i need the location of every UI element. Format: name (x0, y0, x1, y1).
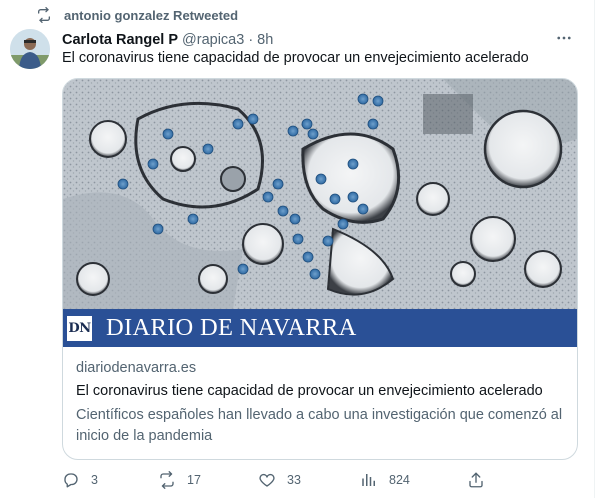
action-bar: 3 17 33 824 (62, 470, 582, 490)
card-image[interactable] (63, 79, 577, 309)
publisher-name: DIARIO DE NAVARRA (106, 314, 357, 341)
retweet-icon (36, 7, 52, 23)
like-icon (258, 471, 276, 489)
reply-button[interactable]: 3 (62, 470, 98, 490)
views-count: 824 (389, 473, 410, 487)
like-button[interactable]: 33 (258, 470, 301, 490)
card-title: El coronavirus tiene capacidad de provoc… (76, 383, 543, 399)
user-handle[interactable]: @rapica3 (182, 32, 244, 48)
link-card[interactable]: DN DIARIO DE NAVARRA diariodenavarra.es … (62, 78, 578, 460)
reply-icon (62, 471, 80, 489)
retweet-count: 17 (187, 473, 201, 487)
display-name[interactable]: Carlota Rangel P (62, 32, 178, 48)
timestamp[interactable]: 8h (257, 32, 273, 48)
more-button[interactable] (552, 28, 576, 52)
share-button[interactable] (467, 470, 485, 490)
card-domain: diariodenavarra.es (76, 360, 197, 376)
reply-count: 3 (91, 473, 98, 487)
separator-dot: · (248, 32, 254, 48)
publisher-logo: DN (67, 315, 92, 341)
like-count: 33 (287, 473, 301, 487)
publisher-banner: DN DIARIO DE NAVARRA (63, 309, 577, 347)
card-description: Científicos españoles han llevado a cabo… (76, 407, 563, 444)
retweet-banner-text: antonio gonzalez Retweeted (64, 7, 239, 23)
tweet-header: Carlota Rangel P @rapica3 · 8h (62, 30, 273, 50)
views-icon (360, 471, 378, 489)
retweet-banner[interactable]: antonio gonzalez Retweeted (36, 6, 238, 24)
tweet-text: El coronavirus tiene capacidad de provoc… (62, 50, 529, 66)
card-body[interactable]: diariodenavarra.es El coronavirus tiene … (63, 347, 577, 459)
retweet-icon (158, 471, 176, 489)
more-icon (555, 29, 573, 52)
views-button[interactable]: 824 (360, 470, 410, 490)
tweet-container[interactable]: antonio gonzalez Retweeted Carlota Range… (0, 0, 595, 498)
share-icon (467, 471, 485, 489)
retweet-button[interactable]: 17 (158, 470, 201, 490)
avatar[interactable] (10, 29, 50, 69)
